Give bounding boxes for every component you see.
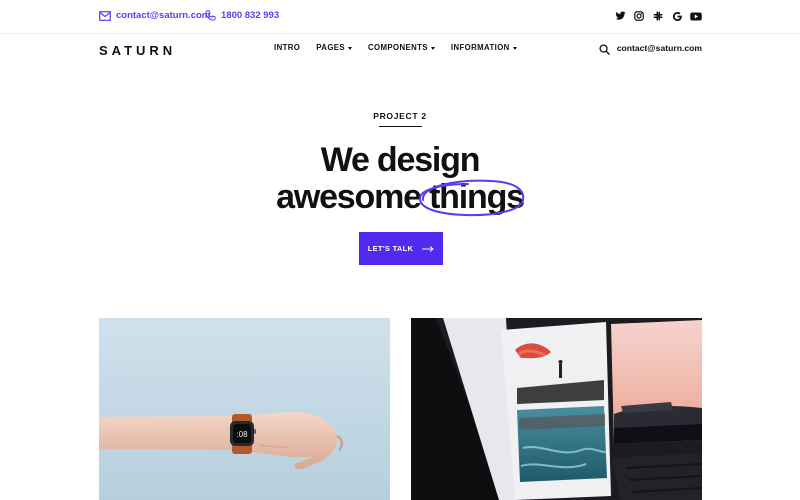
chevron-down-icon [347,46,352,50]
chevron-down-icon [430,46,435,50]
wrist-watch-photo: :08 [99,318,390,500]
twitter-icon[interactable] [614,10,626,22]
eyebrow-underline [379,126,422,127]
search-button[interactable] [599,42,610,60]
site-logo[interactable]: SATURN [99,43,176,58]
nav-item-pages[interactable]: PAGES [316,43,352,52]
hero-headline-line2: awesome things [0,180,800,214]
top-bar: contact@saturn.com 1800 832 993 [0,0,800,34]
nav-item-label: INTRO [274,43,301,52]
topbar-phone-text: 1800 832 993 [221,10,280,21]
topbar-email-link[interactable]: contact@saturn.com [99,10,210,21]
svg-text::08: :08 [236,430,248,439]
hero-headline-word: awesome [276,178,422,216]
portfolio-card-watch[interactable]: :08 [99,318,390,500]
search-icon [599,44,610,55]
mail-icon [99,10,111,21]
portfolio-card-laptop[interactable] [411,318,702,500]
chevron-down-icon [512,46,517,50]
scribble-circle-decoration [419,179,525,217]
instagram-icon[interactable] [633,10,645,22]
project-eyebrow: PROJECT 2 [373,111,427,121]
nav-item-intro[interactable]: INTRO [274,43,300,52]
google-icon[interactable] [671,10,683,22]
cta-label: LET'S TALK [367,244,414,253]
laptop-screen-photo [411,318,702,500]
nav-menu: INTRO PAGES COMPONENTS INFORMATION [274,43,517,52]
social-links [614,10,702,22]
nav-item-label: COMPONENTS [367,43,428,52]
nav-email-link[interactable]: contact@saturn.com [617,43,702,53]
hero-headline-line1: We design [320,141,481,179]
lets-talk-button[interactable]: LET'S TALK [359,232,443,265]
nav-item-label: PAGES [316,43,345,52]
nav-item-label: INFORMATION [450,43,510,52]
slack-icon[interactable] [652,10,664,22]
nav-item-components[interactable]: COMPONENTS [368,43,435,52]
arrow-right-icon [422,245,435,252]
main-navigation: SATURN INTRO PAGES COMPONENTS INFORMATIO… [0,34,800,64]
youtube-icon[interactable] [690,10,702,22]
topbar-phone-link[interactable]: 1800 832 993 [205,10,279,21]
phone-icon [205,10,216,21]
nav-item-information[interactable]: INFORMATION [451,43,517,52]
topbar-email-text: contact@saturn.com [116,10,211,21]
